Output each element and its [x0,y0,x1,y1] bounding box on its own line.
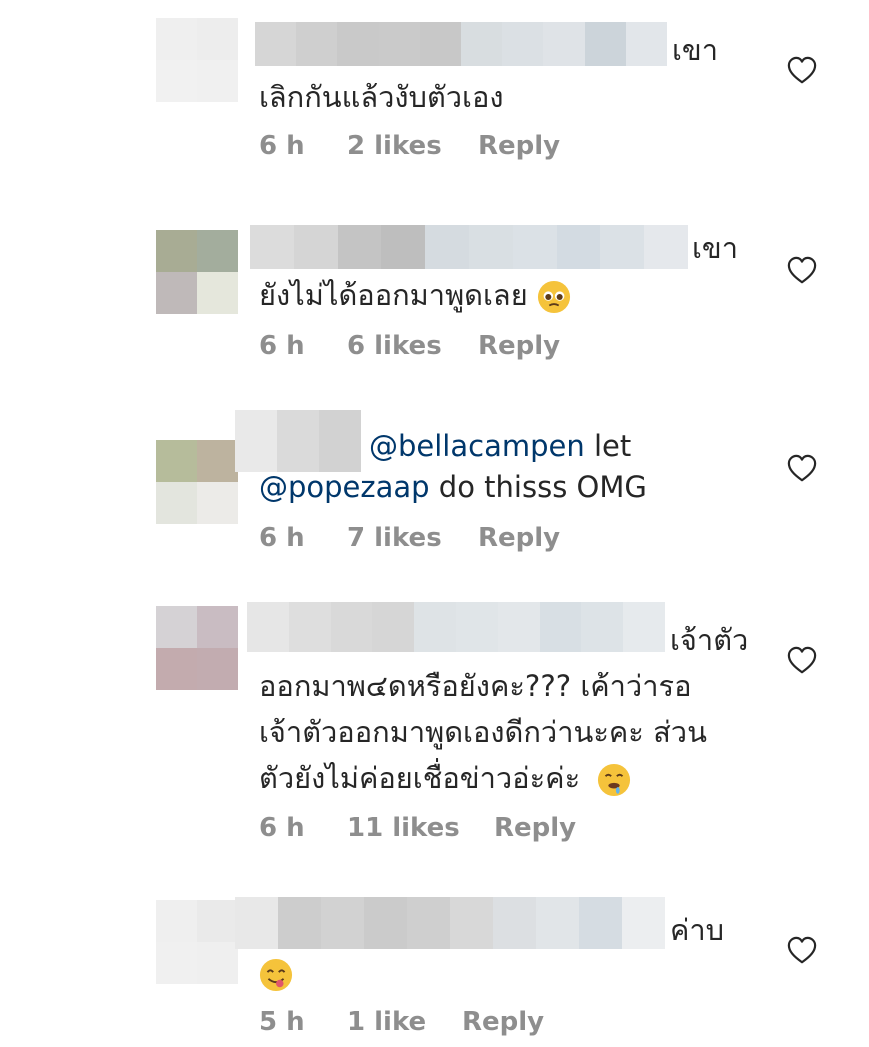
comment-likes[interactable]: 1 like [347,1004,426,1040]
comment-text-line: do thisss OMG [429,470,647,504]
comment-text: ค่าบ [670,913,725,947]
comment-text-line: ตัวยังไม่ค่อยเชื่อข่าวอ่ะค่ะ [259,761,581,795]
comment-text: เขา [692,231,739,265]
comment-likes[interactable]: 7 likes [347,520,442,556]
comment-text: @popezaap do thisss OMG [259,465,647,509]
username-blurred[interactable] [235,897,665,949]
comment-time: 6 h [259,813,305,843]
reply-button[interactable]: Reply [462,1004,544,1040]
comment-text: @bellacampen let [369,424,631,468]
comment-text: ตัวยังไม่ค่อยเชื่อข่าวอ่ะค่ะ [259,756,631,800]
comment-time: 6 h [259,523,305,553]
mention-link[interactable]: @popezaap [259,470,430,504]
mention-link[interactable]: @bellacampen [369,429,585,463]
comment-time: 5 h [259,1007,305,1037]
username-blurred[interactable] [247,602,665,652]
comment-likes[interactable]: 2 likes [347,128,442,164]
comment-likes[interactable]: 6 likes [347,328,442,364]
comment-text: เขา [672,33,719,67]
comment-likes[interactable]: 11 likes [347,810,460,846]
comment-text-line: let [584,429,632,463]
username-blurred[interactable] [255,22,668,66]
comment-time: 6 h [259,331,305,361]
heart-icon[interactable] [786,256,818,286]
username-blurred[interactable] [250,225,688,269]
drooling-face-icon [598,763,631,797]
comment-text [259,951,293,995]
heart-icon[interactable] [786,56,818,86]
avatar[interactable] [156,440,238,524]
username-blurred[interactable] [235,410,361,472]
yum-face-icon [259,958,293,992]
comment-text: เจ้าตัว [670,623,749,657]
pleading-face-icon [537,280,570,314]
heart-icon[interactable] [786,646,818,676]
comment-text: ยังไม่ได้ออกมาพูดเลย [259,273,571,317]
heart-icon[interactable] [786,936,818,966]
avatar[interactable] [156,900,238,984]
avatar[interactable] [156,230,238,314]
comment-text-line: ยังไม่ได้ออกมาพูดเลย [259,278,528,312]
reply-button[interactable]: Reply [478,520,560,556]
comment-text: เจ้าตัวออกมาพูดเองดีกว่านะคะ ส่วน [259,715,707,749]
comment-text: ออกมาพ๔ดหรือยังคะ??? เค้าว่ารอ [259,669,692,703]
avatar[interactable] [156,18,238,102]
avatar[interactable] [156,606,238,690]
comment-time: 6 h [259,131,305,161]
heart-icon[interactable] [786,454,818,484]
reply-button[interactable]: Reply [478,328,560,364]
reply-button[interactable]: Reply [478,128,560,164]
comment-text: เลิกกันแล้วงับตัวเอง [259,80,504,114]
reply-button[interactable]: Reply [494,810,576,846]
